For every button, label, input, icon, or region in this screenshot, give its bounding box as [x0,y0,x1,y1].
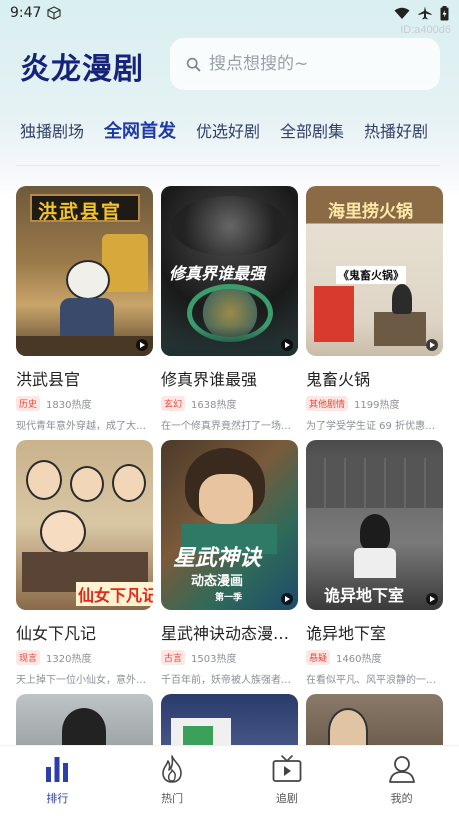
drama-card[interactable]: 诡异地下室 诡异地下室 悬疑 1460热度 在看似平凡、风平浪静的一天… [306,440,443,694]
cover-title: 诡异地下室 [324,586,405,605]
nav-hot[interactable]: 热门 [115,746,230,816]
drama-meta: 其他剧情 1199热度 [306,396,443,411]
drama-meta: 现言 1320热度 [16,650,153,665]
cover-subtitle: 动态漫画 [191,574,244,589]
status-time: 9:47 [10,5,42,21]
user-icon [388,756,415,783]
drama-desc: 在看似平凡、风平浪静的一天… [306,675,443,686]
drama-cover[interactable]: 诡异地下室 [306,440,443,610]
cover-title: 星武神诀 [173,546,262,571]
drama-meta: 玄幻 1638热度 [161,396,298,411]
heat-count: 1320热度 [46,654,92,665]
nav-label: 排行 [46,792,69,805]
drama-cover[interactable]: 海里捞火锅 《鬼畜火锅》 [306,186,443,356]
bottom-nav: 排行 热门 追剧 我的 [0,745,459,816]
tabs-divider [16,165,440,166]
genre-tag: 其他剧情 [306,396,349,411]
heat-count: 1460热度 [336,654,382,665]
genre-tag: 玄幻 [161,396,186,411]
play-icon [426,593,438,605]
tv-play-icon [272,755,302,782]
drama-meta: 古言 1503热度 [161,650,298,665]
cover-title: 海里捞火锅 [328,202,413,222]
drama-cover[interactable]: 仙女下凡记 [16,440,153,610]
drama-meta: 悬疑 1460热度 [306,650,443,665]
search-icon [186,57,201,71]
battery-icon [440,5,449,20]
cover-title: 修真界谁最强 [169,264,266,283]
tab-network-first[interactable]: 全网首发 [104,118,176,148]
genre-tag: 古言 [161,650,186,665]
cover-title: 洪武县官 [38,201,123,223]
drama-cover[interactable]: 洪武县官 [16,186,153,356]
drama-card[interactable]: 修真界谁最强 修真界谁最强 玄幻 1638热度 在一个修真界竟然打了一场数… [161,186,298,440]
heat-count: 1503热度 [191,654,237,665]
genre-tag: 历史 [16,396,41,411]
tab-all[interactable]: 全部剧集 [280,118,344,148]
bar-chart-icon [46,757,69,782]
drama-meta: 历史 1830热度 [16,396,153,411]
nav-label: 热门 [161,792,184,805]
play-icon [426,339,438,351]
tab-hot[interactable]: 热播好剧 [364,118,428,148]
nav-ranking[interactable]: 排行 [0,746,115,816]
airplane-icon [418,6,432,20]
drama-desc: 现代青年意外穿越，成了大明… [16,421,153,432]
flame-icon [162,755,182,783]
drama-cover[interactable]: 修真界谁最强 [161,186,298,356]
genre-tag: 悬疑 [306,650,331,665]
wifi-icon [394,7,410,19]
nav-label: 追剧 [275,792,298,805]
drama-desc: 天上掉下一位小仙女，意外被… [16,675,153,686]
drama-title: 星武神诀动态漫… [161,624,290,643]
drama-card[interactable]: 海里捞火锅 《鬼畜火锅》 鬼畜火锅 其他剧情 1199热度 为了学受学生证 69… [306,186,443,440]
drama-grid: 洪武县官 洪武县官 历史 1830热度 现代青年意外穿越，成了大明… 修真界谁最… [16,186,443,754]
heat-count: 1830热度 [46,400,92,411]
drama-card[interactable]: 洪武县官 洪武县官 历史 1830热度 现代青年意外穿越，成了大明… [16,186,153,440]
drama-card[interactable]: 星武神诀 动态漫画 第一季 星武神诀动态漫… 古言 1503热度 千百年前，妖帝… [161,440,298,694]
drama-title: 鬼畜火锅 [306,370,371,389]
drama-title: 仙女下凡记 [16,624,97,643]
header: 炎龙漫剧 [0,36,459,92]
heat-count: 1199热度 [354,400,400,411]
status-bar: 9:47 [0,0,459,26]
play-icon [281,593,293,605]
nav-follow[interactable]: 追剧 [230,746,345,816]
tab-exclusive[interactable]: 独播剧场 [20,118,84,148]
heat-count: 1638热度 [191,400,237,411]
cube-icon [47,6,62,20]
search-input[interactable] [209,54,409,74]
drama-cover[interactable]: 星武神诀 动态漫画 第一季 [161,440,298,610]
app-title: 炎龙漫剧 [20,52,144,87]
drama-title: 洪武县官 [16,370,81,389]
nav-label: 我的 [390,792,413,805]
drama-desc: 在一个修真界竟然打了一场数… [161,421,298,432]
drama-title: 修真界谁最强 [161,370,258,389]
genre-tag: 现言 [16,650,41,665]
cover-title: 仙女下凡记 [76,582,153,606]
drama-card[interactable]: 仙女下凡记 仙女下凡记 现言 1320热度 天上掉下一位小仙女，意外被… [16,440,153,694]
drama-title: 诡异地下室 [306,624,387,643]
nav-profile[interactable]: 我的 [344,746,459,816]
drama-desc: 为了学受学生证 69 折优惠，… [306,421,443,432]
tab-selected[interactable]: 优选好剧 [196,118,260,148]
cover-subtitle-2: 第一季 [215,593,243,603]
search-bar[interactable] [170,38,440,90]
category-tabs: 独播剧场 全网首发 优选好剧 全部剧集 热播好剧 [0,118,459,148]
drama-desc: 千百年前，妖帝被人族强者所… [161,675,298,686]
cover-subtitle: 《鬼畜火锅》 [336,266,406,284]
watermark: ID:a400d6 [400,24,451,36]
play-icon [136,339,148,351]
play-icon [281,339,293,351]
